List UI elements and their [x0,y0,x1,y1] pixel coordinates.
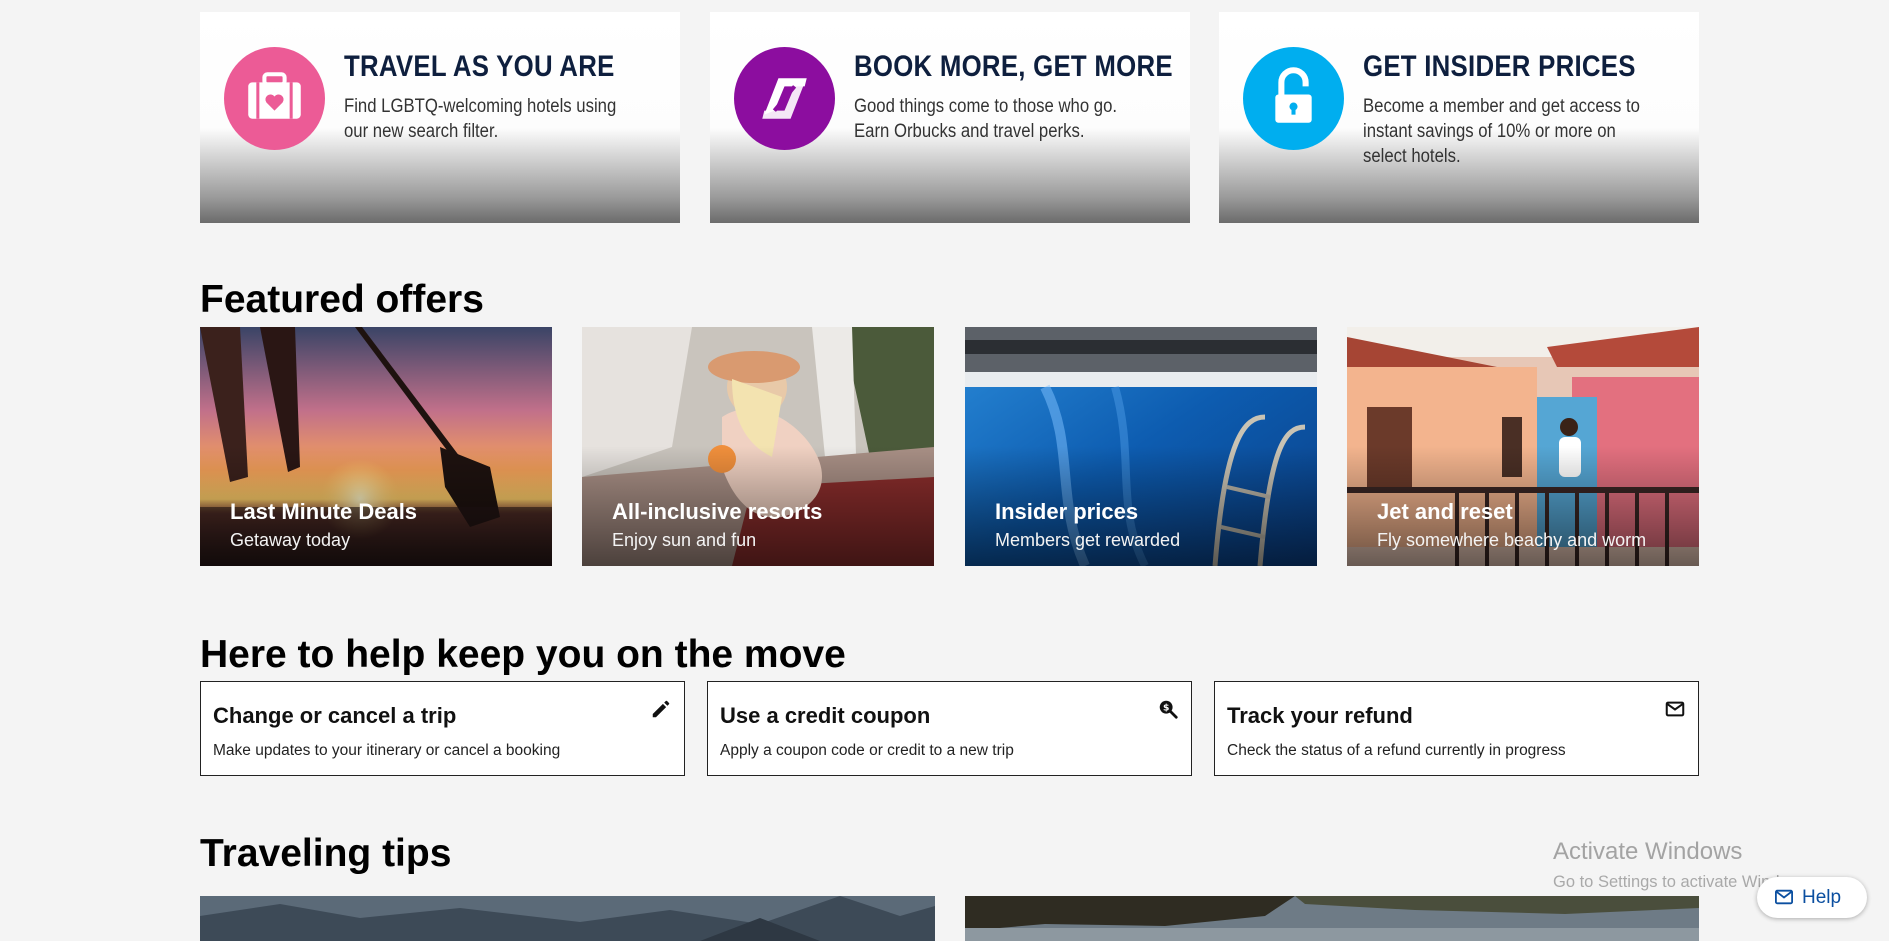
offer-card-jet-and-reset[interactable]: Jet and reset Fly somewhere beachy and w… [1347,327,1699,566]
pencil-icon [652,700,670,718]
change-or-cancel-trip-card[interactable]: Change or cancel a trip Make updates to … [200,681,685,776]
promo-text: Good things come to those who go. Earn O… [854,96,1118,142]
envelope-icon [1665,701,1685,717]
offer-card-insider-prices[interactable]: Insider prices Members get rewarded [965,327,1317,566]
offer-title: Insider prices [995,499,1139,524]
use-credit-coupon-card[interactable]: Use a credit coupon Apply a coupon code … [707,681,1192,776]
traveling-tips-heading: Traveling tips [200,832,452,875]
featured-offers-heading: Featured offers [200,278,484,321]
offer-card-all-inclusive-resorts[interactable]: All-inclusive resorts Enjoy sun and fun [582,327,934,566]
offer-card-last-minute-deals[interactable]: Last Minute Deals Getaway today [200,327,552,566]
help-button-label: Help [1802,887,1842,908]
coupon-search-icon: $ [1159,700,1178,719]
offer-title: Last Minute Deals [230,499,418,524]
offer-subtitle: Getaway today [230,530,351,550]
offer-title: All-inclusive resorts [612,499,823,524]
promo-card-book-more[interactable]: BOOK MORE, GET MORE Good things come to … [710,12,1190,223]
help-card-text: Make updates to your itinerary or cancel… [213,742,561,759]
track-refund-card[interactable]: Track your refund Check the status of a … [1214,681,1699,776]
help-section-heading: Here to help keep you on the move [200,633,846,676]
help-card-text: Check the status of a refund currently i… [1227,742,1566,759]
offer-title: Jet and reset [1377,499,1513,524]
tip-image-mountains [200,896,935,941]
help-card-title: Change or cancel a trip [213,703,457,728]
promo-text: Find LGBTQ-welcoming hotels using our ne… [344,96,617,142]
promo-title: TRAVEL AS YOU ARE [344,50,615,83]
suitcase-heart-icon [224,47,325,150]
svg-text:$: $ [1163,702,1169,713]
promo-title: BOOK MORE, GET MORE [854,50,1173,83]
tip-card-coast[interactable] [965,896,1699,941]
help-card-text: Apply a coupon code or credit to a new t… [720,742,1014,759]
help-card-title: Use a credit coupon [720,703,931,728]
tip-image-coast [965,896,1699,941]
offer-subtitle: Fly somewhere beachy and worm [1377,530,1647,550]
activate-windows-title: Activate Windows [1553,838,1743,865]
promo-card-insider-prices[interactable]: GET INSIDER PRICES Become a member and g… [1219,12,1699,223]
orbucks-icon [734,47,835,150]
offer-subtitle: Enjoy sun and fun [612,530,757,550]
promo-title: GET INSIDER PRICES [1363,50,1636,83]
tip-card-mountains[interactable] [200,896,935,941]
help-button[interactable]: Help [1757,877,1867,918]
envelope-icon [1775,889,1793,905]
promo-card-travel-as-you-are[interactable]: TRAVEL AS YOU ARE Find LGBTQ-welcoming h… [200,12,680,223]
unlocked-padlock-icon [1243,47,1344,150]
help-card-title: Track your refund [1227,703,1413,728]
promo-text: Become a member and get access to instan… [1363,96,1640,167]
offer-subtitle: Members get rewarded [995,530,1181,550]
